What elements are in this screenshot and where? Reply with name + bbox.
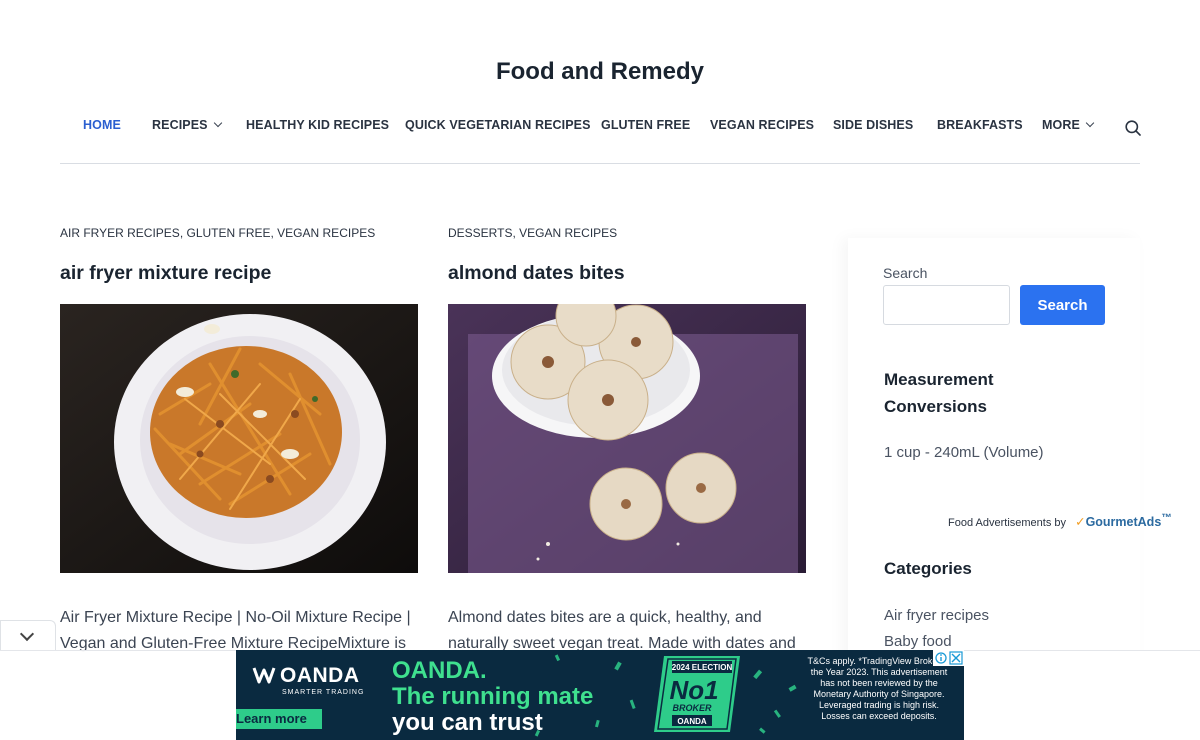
post-title[interactable]: air fryer mixture recipe bbox=[60, 262, 418, 285]
category-link[interactable]: GLUTEN FREE bbox=[186, 226, 270, 240]
search-icon[interactable] bbox=[1125, 120, 1141, 136]
nav-item-label: MORE bbox=[1042, 118, 1080, 132]
nav-item-vegan-recipes[interactable]: VEGAN RECIPES bbox=[710, 118, 814, 132]
site-title[interactable]: Food and Remedy bbox=[0, 58, 1200, 86]
trademark-mark: ™ bbox=[1161, 513, 1172, 524]
measurement-heading-line: Conversions bbox=[884, 397, 987, 416]
ad-headline-line: you can trust bbox=[392, 709, 543, 736]
spark-icon: ✓ bbox=[1075, 515, 1086, 530]
post-thumbnail[interactable] bbox=[60, 304, 418, 573]
ad-headline-line: OANDA. bbox=[392, 657, 487, 684]
ad-headline-line: The running mate bbox=[392, 683, 594, 710]
nav-item-breakfasts[interactable]: BREAKFASTS bbox=[937, 118, 1023, 132]
categories-heading: Categories bbox=[884, 559, 972, 578]
post-title[interactable]: almond dates bites bbox=[448, 262, 806, 285]
search-input[interactable] bbox=[883, 285, 1010, 325]
oanda-tagline: SMARTER TRADING bbox=[282, 689, 365, 696]
almond-dates-bites-image bbox=[448, 304, 806, 573]
category-link[interactable]: Air fryer recipes bbox=[884, 607, 989, 624]
post-categories: AIR FRYER RECIPES, GLUTEN FREE, VEGAN RE… bbox=[60, 226, 376, 240]
collapse-ad-button[interactable] bbox=[0, 620, 56, 650]
post-categories: DESSERTS, VEGAN RECIPES bbox=[448, 226, 618, 240]
gourmet-ads-credit[interactable]: Food Advertisements by ✓GourmetAds™ bbox=[948, 513, 1172, 529]
banner-ad[interactable]: OANDA SMARTER TRADING Learn more OANDA. … bbox=[236, 650, 964, 740]
category-link[interactable]: Baby food bbox=[884, 633, 952, 650]
nav-item-side-dishes[interactable]: SIDE DISHES bbox=[833, 118, 913, 132]
nav-divider bbox=[60, 163, 1140, 164]
chevron-down-icon bbox=[19, 626, 35, 642]
oanda-mark-icon bbox=[252, 667, 276, 684]
category-link[interactable]: DESSERTS bbox=[448, 226, 512, 240]
mixture-plate-image bbox=[60, 304, 418, 573]
nav-item-healthy-kid-recipes[interactable]: HEALTHY KID RECIPES bbox=[246, 118, 389, 132]
category-link[interactable]: VEGAN RECIPES bbox=[277, 226, 375, 240]
ad-headline: OANDA. The running mate you can trust bbox=[392, 658, 593, 736]
nav-item-label: RECIPES bbox=[152, 118, 208, 132]
broker-badge: 2024 ELECTION No1 BROKER OANDA bbox=[654, 656, 740, 732]
nav-item-quick-vegetarian-recipes[interactable]: QUICK VEGETARIAN RECIPES bbox=[405, 118, 591, 132]
ad-choices[interactable] bbox=[933, 650, 964, 666]
chevron-down-icon bbox=[1085, 118, 1095, 128]
nav-item-gluten-free[interactable]: GLUTEN FREE bbox=[601, 118, 690, 132]
measurement-heading: Measurement Conversions bbox=[884, 366, 994, 420]
ad-disclaimer: T&Cs apply. *TradingView Broker of the Y… bbox=[807, 656, 951, 721]
badge-year: 2024 ELECTION bbox=[672, 663, 733, 672]
badge-word: BROKER bbox=[672, 703, 712, 713]
nav-item-home[interactable]: HOME bbox=[83, 118, 121, 132]
category-link[interactable]: VEGAN RECIPES bbox=[519, 226, 617, 240]
search-label: Search bbox=[883, 265, 928, 281]
post-card: DESSERTS, VEGAN RECIPES almond dates bit… bbox=[448, 226, 806, 657]
gourmet-ads-logo: ✓GourmetAds™ bbox=[1075, 513, 1172, 530]
learn-more-button[interactable]: Learn more bbox=[236, 709, 322, 729]
ad-credit-text: Food Advertisements by bbox=[948, 517, 1067, 530]
nav-item-recipes[interactable]: RECIPES bbox=[152, 118, 222, 132]
chevron-down-icon bbox=[213, 118, 222, 128]
measurement-item: 1 cup - 240mL (Volume) bbox=[884, 444, 1044, 461]
search-button[interactable]: Search bbox=[1020, 285, 1105, 325]
measurement-heading-line: Measurement bbox=[884, 370, 994, 389]
gourmet-ads-brand: GourmetAds bbox=[1085, 515, 1162, 530]
main-nav: HOME RECIPES HEALTHY KID RECIPES QUICK V… bbox=[60, 118, 1141, 136]
post-thumbnail[interactable] bbox=[448, 304, 806, 573]
post-card: AIR FRYER RECIPES, GLUTEN FREE, VEGAN RE… bbox=[60, 226, 418, 657]
oanda-brand: OANDA bbox=[280, 664, 360, 687]
ad-info-close-icon bbox=[935, 651, 963, 665]
badge-number: No1 bbox=[669, 675, 718, 705]
category-link[interactable]: AIR FRYER RECIPES bbox=[60, 226, 180, 240]
nav-item-more[interactable]: MORE bbox=[1042, 118, 1095, 132]
badge-brand: OANDA bbox=[677, 717, 707, 726]
